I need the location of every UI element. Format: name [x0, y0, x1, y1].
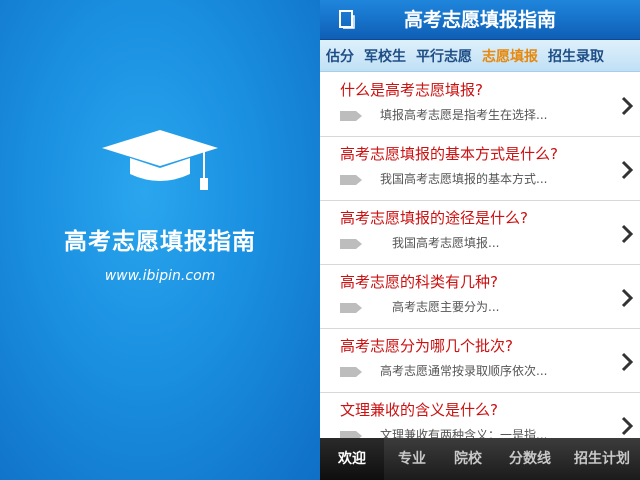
list-item[interactable]: 什么是高考志愿填报? 填报高考志愿是指考生在选择... [320, 73, 640, 137]
tag-icon [340, 239, 362, 249]
tab-volunteer-filling[interactable]: 志愿填报 [482, 46, 538, 66]
tag-icon [340, 303, 362, 313]
question-text: 高考志愿的科类有几种? [340, 273, 498, 291]
page-title: 高考志愿填报指南 [403, 9, 556, 31]
chevron-right-icon [621, 224, 634, 244]
list-item[interactable]: 高考志愿填报的途径是什么? 我国高考志愿填报... [320, 201, 640, 265]
chevron-right-icon [621, 416, 634, 436]
tab-parallel-volunteer[interactable]: 平行志愿 [416, 46, 472, 66]
chevron-right-icon [621, 288, 634, 308]
nav-enrollment-plan[interactable]: 招生计划 [564, 438, 640, 480]
question-text: 高考志愿填报的基本方式是什么? [340, 145, 558, 163]
answer-preview: 高考志愿主要分为... [392, 300, 500, 314]
chevron-right-icon [621, 96, 634, 116]
category-tabs: 估分 军校生 平行志愿 志愿填报 招生录取 [320, 40, 640, 72]
answer-preview: 高考志愿通常按录取顺序依次... [380, 364, 548, 378]
tag-icon [340, 111, 362, 121]
answer-preview: 文理兼收有两种含义：一是指... [380, 428, 548, 438]
list-item[interactable]: 高考志愿填报的基本方式是什么? 我国高考志愿填报的基本方式... [320, 137, 640, 201]
app-header: 高考志愿填报指南 [320, 0, 640, 40]
list-item[interactable]: 高考志愿的科类有几种? 高考志愿主要分为... [320, 265, 640, 329]
bottom-nav: 欢迎 专业 院校 分数线 招生计划 [320, 438, 640, 480]
question-text: 高考志愿填报的途径是什么? [340, 209, 528, 227]
splash-panel: 高考志愿填报指南 www.ibipin.com [0, 0, 320, 480]
answer-preview: 填报高考志愿是指考生在选择... [380, 108, 548, 122]
tag-icon [340, 431, 362, 438]
list-item[interactable]: 高考志愿分为哪几个批次? 高考志愿通常按录取顺序依次... [320, 329, 640, 393]
tab-admission[interactable]: 招生录取 [548, 46, 604, 66]
list-item[interactable]: 文理兼收的含义是什么? 文理兼收有两种含义：一是指... [320, 393, 640, 438]
faq-list: 什么是高考志愿填报? 填报高考志愿是指考生在选择... 高考志愿填报的基本方式是… [320, 73, 640, 438]
tab-estimate[interactable]: 估分 [326, 46, 354, 66]
splash-url: www.ibipin.com [104, 268, 216, 284]
tag-icon [340, 367, 362, 377]
question-text: 什么是高考志愿填报? [340, 81, 483, 99]
question-text: 高考志愿分为哪几个批次? [340, 337, 513, 355]
splash-title: 高考志愿填报指南 [64, 229, 256, 255]
question-text: 文理兼收的含义是什么? [340, 401, 498, 419]
answer-preview: 我国高考志愿填报的基本方式... [380, 172, 548, 186]
chevron-right-icon [621, 352, 634, 372]
graduation-cap-icon [102, 130, 218, 190]
answer-preview: 我国高考志愿填报... [392, 236, 500, 250]
chevron-right-icon [621, 160, 634, 180]
nav-score-lines[interactable]: 分数线 [496, 438, 564, 480]
tab-military-school[interactable]: 军校生 [364, 46, 406, 66]
tag-icon [340, 175, 362, 185]
nav-majors[interactable]: 专业 [384, 438, 440, 480]
nav-colleges[interactable]: 院校 [440, 438, 496, 480]
app-screen: 高考志愿填报指南 估分 军校生 平行志愿 志愿填报 招生录取 什么是高考志愿填报… [320, 0, 640, 480]
nav-welcome[interactable]: 欢迎 [320, 438, 384, 480]
